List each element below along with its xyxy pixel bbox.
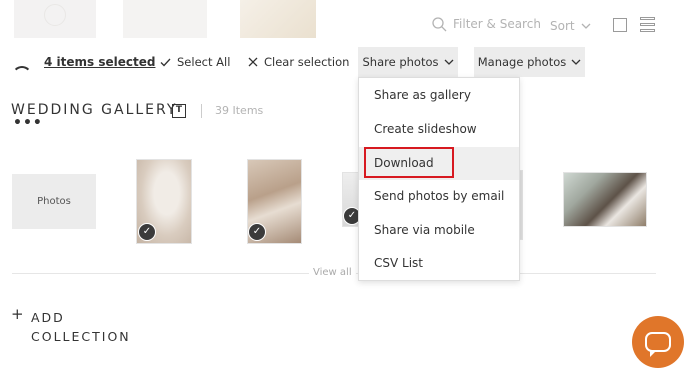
add-collection-line1: ADD (31, 310, 65, 325)
manage-photos-label: Manage photos (477, 55, 567, 69)
more-options-icon[interactable]: ••• (13, 116, 43, 130)
menu-item-csv-list[interactable]: CSV List (359, 247, 519, 280)
photo-thumbnail[interactable] (563, 172, 647, 227)
view-all-link[interactable]: View all (309, 267, 356, 278)
manage-photos-button[interactable]: Manage photos (474, 47, 585, 77)
search-input[interactable]: Filter & Search (453, 17, 541, 31)
share-photos-menu: Share as gallery Create slideshow Downlo… (358, 77, 520, 281)
single-view-icon[interactable] (613, 18, 627, 32)
top-thumbnail[interactable] (240, 0, 316, 38)
photos-collection-card[interactable]: Photos (12, 174, 96, 229)
grid-view-icon[interactable] (640, 17, 655, 32)
add-collection-button[interactable]: ADD COLLECTION (31, 308, 131, 346)
menu-item-share-via-mobile[interactable]: Share via mobile (359, 214, 519, 247)
menu-item-create-slideshow[interactable]: Create slideshow (359, 113, 519, 146)
top-thumbnail[interactable] (123, 0, 207, 38)
menu-item-send-photos-by-email[interactable]: Send photos by email (359, 180, 519, 213)
download-highlight-box (364, 147, 454, 178)
menu-item-share-as-gallery[interactable]: Share as gallery (359, 79, 519, 112)
check-icon (160, 58, 171, 66)
item-count: 39 Items (215, 104, 264, 117)
items-selected-link[interactable]: 4 items selected (44, 55, 155, 69)
share-photos-label: Share photos (362, 55, 439, 69)
search-filter[interactable]: Filter & Search (431, 16, 541, 32)
chevron-down-icon (571, 59, 581, 65)
selected-check-icon[interactable]: ✓ (138, 223, 156, 241)
select-all-button[interactable]: Select All (160, 55, 230, 69)
divider (201, 104, 202, 118)
sort-label: Sort (550, 19, 575, 33)
chat-icon (645, 332, 671, 357)
selected-check-icon[interactable]: ✓ (248, 223, 266, 241)
close-icon (248, 57, 258, 67)
share-photos-button[interactable]: Share photos (358, 47, 458, 77)
chevron-down-icon (581, 23, 591, 29)
clear-selection-button[interactable]: Clear selection (248, 55, 349, 69)
plus-icon[interactable]: + (11, 305, 24, 323)
loading-spinner-icon (12, 66, 32, 86)
text-style-icon[interactable]: T (172, 104, 186, 118)
search-icon (432, 17, 447, 32)
play-icon (44, 4, 66, 26)
photos-card-label: Photos (37, 196, 71, 207)
chat-button[interactable] (632, 316, 684, 368)
sort-dropdown[interactable]: Sort (550, 19, 591, 33)
top-thumbnail[interactable] (14, 0, 96, 38)
select-all-label: Select All (177, 55, 231, 69)
chevron-down-icon (444, 59, 453, 65)
add-collection-line2: COLLECTION (31, 329, 131, 344)
clear-selection-label: Clear selection (264, 55, 350, 69)
